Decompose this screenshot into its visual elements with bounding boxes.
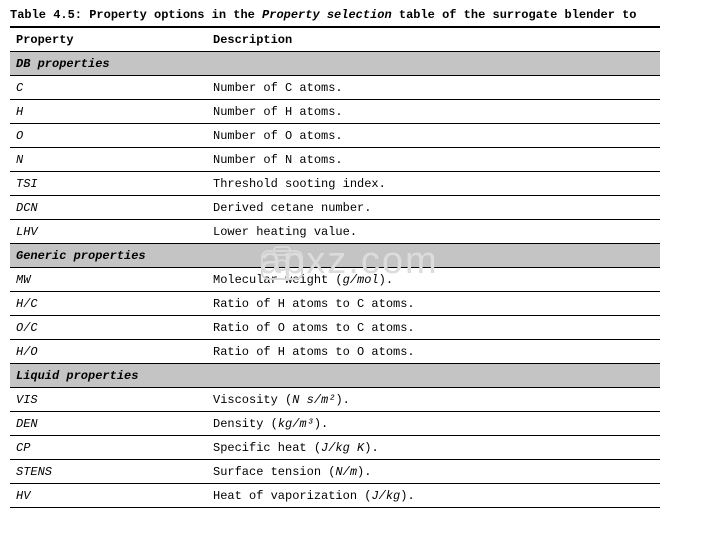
section-db-properties: DB properties [10,52,660,76]
desc-units: N/m [335,465,357,479]
table-header-row: Property Description [10,27,660,52]
desc-post: ). [364,441,378,455]
prop-name: C [10,76,207,100]
table-row: CPSpecific heat (J/kg K). [10,436,660,460]
prop-name: N [10,148,207,172]
table-row: LHVLower heating value. [10,220,660,244]
prop-name: H [10,100,207,124]
table-row: DCNDerived cetane number. [10,196,660,220]
table-row: ONumber of O atoms. [10,124,660,148]
prop-desc: Density (kg/m³). [207,412,660,436]
prop-desc: Derived cetane number. [207,196,660,220]
prop-desc: Surface tension (N/m). [207,460,660,484]
table-row: O/CRatio of O atoms to C atoms. [10,316,660,340]
caption-prefix: Table 4.5: Property options in the [10,8,262,22]
table-row: H/CRatio of H atoms to C atoms. [10,292,660,316]
property-options-table: Property Description DB properties CNumb… [10,26,660,508]
section-label: Liquid properties [10,364,660,388]
prop-name: LHV [10,220,207,244]
prop-desc: Threshold sooting index. [207,172,660,196]
prop-name: O/C [10,316,207,340]
prop-desc: Viscosity (N s/m²). [207,388,660,412]
desc-units: N s/m² [292,393,335,407]
table-row: DENDensity (kg/m³). [10,412,660,436]
desc-pre: Molecular weight ( [213,273,343,287]
desc-pre: Surface tension ( [213,465,335,479]
prop-desc: Ratio of O atoms to C atoms. [207,316,660,340]
prop-name: VIS [10,388,207,412]
caption-suffix: table of the surrogate blender to [392,8,637,22]
prop-desc: Number of N atoms. [207,148,660,172]
table-row: H/ORatio of H atoms to O atoms. [10,340,660,364]
prop-desc: Molecular weight (g/mol). [207,268,660,292]
section-label: Generic properties [10,244,660,268]
desc-post: ). [357,465,371,479]
prop-name: DCN [10,196,207,220]
prop-name: HV [10,484,207,508]
table-row: MWMolecular weight (g/mol). [10,268,660,292]
desc-post: ). [314,417,328,431]
table-row: NNumber of N atoms. [10,148,660,172]
caption-italic: Property selection [262,8,392,22]
prop-name: CP [10,436,207,460]
desc-post: ). [335,393,349,407]
section-liquid-properties: Liquid properties [10,364,660,388]
table-row: HVHeat of vaporization (J/kg). [10,484,660,508]
header-property: Property [10,27,207,52]
prop-desc: Number of H atoms. [207,100,660,124]
prop-desc: Specific heat (J/kg K). [207,436,660,460]
prop-desc: Number of C atoms. [207,76,660,100]
prop-desc: Heat of vaporization (J/kg). [207,484,660,508]
prop-name: O [10,124,207,148]
desc-units: kg/m³ [278,417,314,431]
desc-pre: Heat of vaporization ( [213,489,371,503]
desc-units: J/kg [371,489,400,503]
prop-name: H/C [10,292,207,316]
table-row: VISViscosity (N s/m²). [10,388,660,412]
section-label: DB properties [10,52,660,76]
desc-pre: Specific heat ( [213,441,321,455]
desc-pre: Density ( [213,417,278,431]
desc-post: ). [379,273,393,287]
table-row: TSIThreshold sooting index. [10,172,660,196]
prop-name: TSI [10,172,207,196]
table-caption: Table 4.5: Property options in the Prope… [10,8,704,22]
desc-post: ). [400,489,414,503]
header-description: Description [207,27,660,52]
prop-desc: Ratio of H atoms to O atoms. [207,340,660,364]
desc-units: g/mol [343,273,379,287]
prop-desc: Lower heating value. [207,220,660,244]
prop-desc: Number of O atoms. [207,124,660,148]
table-row: CNumber of C atoms. [10,76,660,100]
prop-desc: Ratio of H atoms to C atoms. [207,292,660,316]
prop-name: H/O [10,340,207,364]
desc-units: J/kg K [321,441,364,455]
section-generic-properties: Generic properties [10,244,660,268]
prop-name: MW [10,268,207,292]
prop-name: STENS [10,460,207,484]
table-row: STENSSurface tension (N/m). [10,460,660,484]
table-row: HNumber of H atoms. [10,100,660,124]
prop-name: DEN [10,412,207,436]
desc-pre: Viscosity ( [213,393,292,407]
